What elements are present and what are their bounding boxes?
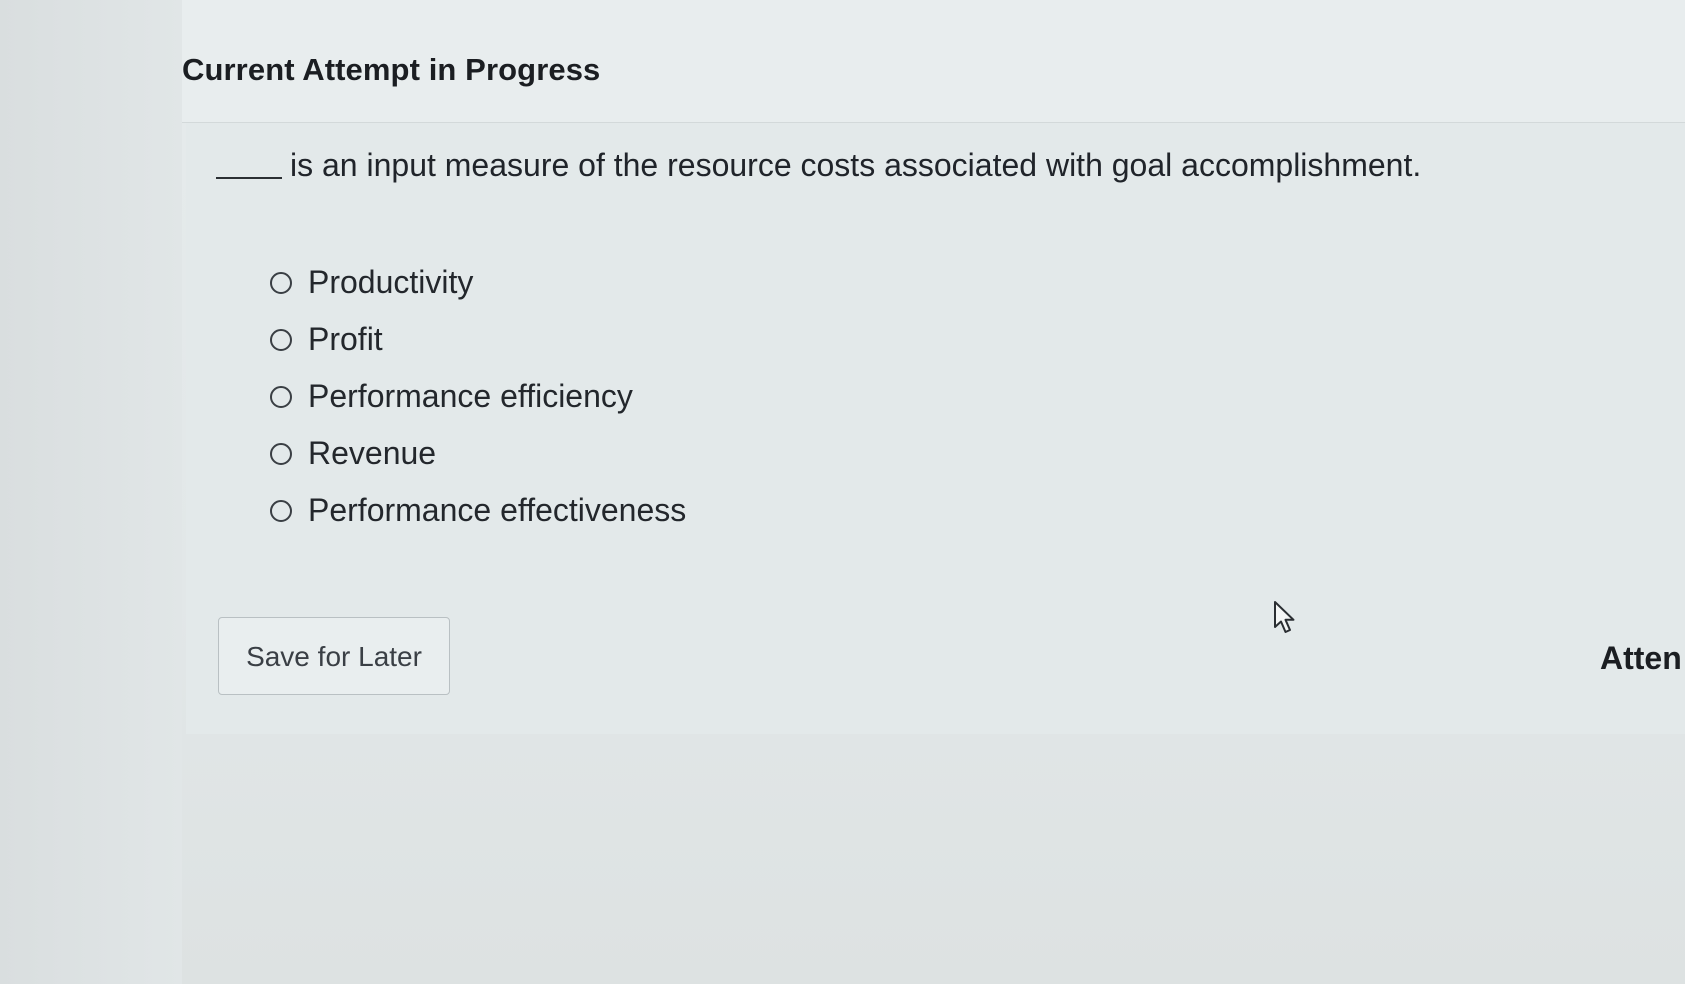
radio-unselected-icon[interactable]	[270, 385, 292, 408]
left-gutter	[0, 0, 182, 984]
option-revenue[interactable]: Revenue	[270, 425, 686, 482]
arrow-pointer-icon	[1273, 600, 1299, 636]
radio-unselected-icon[interactable]	[270, 499, 292, 522]
option-profit[interactable]: Profit	[270, 311, 686, 368]
question-text: is an input measure of the resource cost…	[290, 147, 1422, 183]
attempts-label: Atten	[1600, 640, 1682, 676]
question-stem: is an input measure of the resource cost…	[216, 146, 1421, 184]
option-performance-effectiveness[interactable]: Performance effectiveness	[270, 482, 686, 539]
answer-options: Productivity Profit Performance efficien…	[270, 254, 686, 539]
radio-unselected-icon[interactable]	[270, 271, 292, 294]
option-label: Profit	[308, 321, 383, 357]
save-for-later-button[interactable]: Save for Later	[218, 617, 450, 695]
option-productivity[interactable]: Productivity	[270, 254, 686, 311]
radio-unselected-icon[interactable]	[270, 328, 292, 351]
radio-unselected-icon[interactable]	[270, 442, 292, 465]
option-label: Performance effectiveness	[308, 492, 687, 528]
option-label: Performance efficiency	[308, 378, 633, 414]
option-performance-efficiency[interactable]: Performance efficiency	[270, 368, 686, 425]
option-label: Revenue	[308, 435, 437, 471]
option-label: Productivity	[308, 264, 474, 300]
fill-in-blank	[216, 149, 282, 179]
page-title: Current Attempt in Progress	[182, 52, 601, 87]
